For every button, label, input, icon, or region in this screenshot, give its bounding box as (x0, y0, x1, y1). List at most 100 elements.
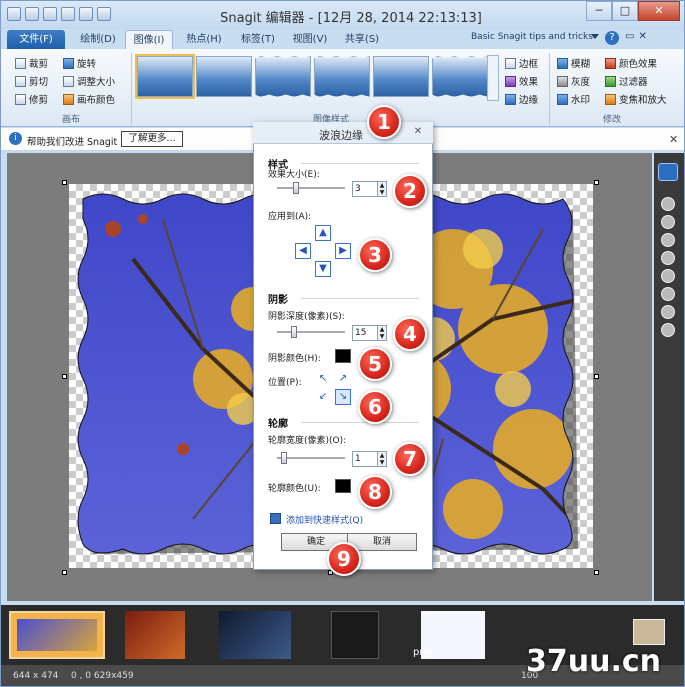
watermark-button[interactable]: 水印 (557, 91, 590, 107)
outline-width-spinner[interactable]: ▲ ▼ (377, 451, 387, 467)
resize-handle[interactable] (594, 374, 599, 379)
filters-button[interactable]: 过滤器 (605, 73, 667, 89)
position-bottom-right[interactable]: ↘ (335, 389, 351, 405)
style-icon[interactable] (661, 197, 675, 211)
resize-button[interactable]: 调整大小 (63, 73, 115, 89)
shadow-depth-slider[interactable] (277, 326, 345, 338)
crop-icon (15, 57, 26, 69)
tab-tags[interactable]: 标签(T) (233, 30, 283, 49)
tab-hotspot[interactable]: 热点(H) (179, 30, 229, 49)
edges-label: 边缘 (519, 95, 539, 106)
minimize-button[interactable]: ─ (586, 1, 612, 21)
style-icon[interactable] (661, 305, 675, 319)
magnify-button[interactable]: 变焦和放大 (605, 91, 667, 107)
tab-file[interactable]: 文件(F) (7, 30, 65, 49)
style-icon[interactable] (661, 269, 675, 283)
tips-link[interactable]: Basic Snagit tips and tricks (471, 32, 593, 42)
blur-button[interactable]: 模糊 (557, 55, 590, 71)
step-badge-2: 2 (393, 174, 427, 208)
app-icon[interactable] (7, 7, 21, 21)
notice-close-icon[interactable]: ✕ (669, 133, 678, 146)
style-icon[interactable] (661, 233, 675, 247)
tab-view[interactable]: 视图(V) (285, 30, 335, 49)
step-badge-7: 7 (393, 442, 427, 476)
outline-color-swatch[interactable] (335, 479, 351, 493)
style-icon[interactable] (661, 215, 675, 229)
outline-width-slider[interactable] (277, 452, 345, 464)
add-quick-style-link[interactable]: 添加到快速样式(Q) (286, 513, 363, 526)
tab-image[interactable]: 图像(I) (125, 30, 173, 49)
cut-label: 剪切 (29, 77, 49, 88)
star-icon[interactable] (661, 323, 675, 337)
tray-thumbnail-selected[interactable] (9, 611, 105, 659)
resize-handle[interactable] (594, 180, 599, 185)
tray-thumbnail[interactable] (125, 611, 185, 659)
ribbon-separator (549, 53, 550, 125)
apply-left-toggle[interactable]: ◀ (295, 243, 311, 259)
edges-button[interactable]: 边缘 (505, 91, 538, 107)
style-icon[interactable] (661, 251, 675, 265)
rotate-label: 旋转 (77, 59, 97, 70)
folder-icon[interactable] (633, 619, 665, 645)
tray-thumbnail[interactable] (219, 611, 291, 659)
maximize-button[interactable]: □ (612, 1, 638, 21)
effect-size-slider-thumb[interactable] (293, 182, 299, 194)
thumbnail-image (17, 619, 97, 651)
outline-width-slider-thumb[interactable] (281, 452, 287, 464)
help-icon[interactable]: ? (605, 31, 619, 45)
section-divider (301, 163, 419, 164)
learn-more-button[interactable]: 了解更多... (121, 131, 183, 147)
resize-handle[interactable] (62, 570, 67, 575)
canvas-color-label: 画布颜色 (77, 95, 116, 106)
style-gallery-item[interactable] (432, 56, 488, 97)
style-gallery-item[interactable] (255, 56, 311, 97)
redo-icon[interactable] (97, 7, 111, 21)
tab-draw[interactable]: 绘制(D) (73, 30, 123, 49)
position-top-left[interactable]: ↖ (315, 371, 331, 387)
style-icon[interactable] (661, 287, 675, 301)
style-gallery-item[interactable] (135, 54, 195, 99)
position-top-right[interactable]: ↗ (335, 371, 351, 387)
canvas-color-button[interactable]: 画布颜色 (63, 91, 115, 107)
close-button[interactable]: ✕ (638, 1, 680, 21)
save-icon[interactable] (43, 7, 57, 21)
restore-icon[interactable]: ▭ (625, 31, 634, 42)
effect-size-spinner[interactable]: ▲ ▼ (377, 181, 387, 197)
style-gallery-item[interactable] (196, 56, 252, 97)
search-icon[interactable] (658, 163, 678, 181)
effects-label: 效果 (519, 77, 539, 88)
gallery-scrollbar[interactable] (487, 55, 499, 101)
apply-right-toggle[interactable]: ▶ (335, 243, 351, 259)
crop-button[interactable]: 裁剪 (15, 55, 48, 71)
rotate-button[interactable]: 旋转 (63, 55, 115, 71)
resize-handle[interactable] (62, 374, 67, 379)
ribbon-close-icon[interactable]: ✕ (638, 31, 646, 42)
dialog-close-icon[interactable]: ✕ (411, 126, 425, 140)
apply-bottom-toggle[interactable]: ▼ (315, 261, 331, 277)
watermark-icon (557, 93, 568, 105)
tips-dropdown-icon[interactable] (591, 34, 599, 39)
shadow-depth-label: 阴影深度(像素)(S): (268, 312, 345, 322)
print-icon[interactable] (61, 7, 75, 21)
position-bottom-left[interactable]: ↙ (315, 389, 331, 405)
shadow-depth-slider-thumb[interactable] (291, 326, 297, 338)
style-gallery-item[interactable] (373, 56, 429, 97)
apply-top-toggle[interactable]: ▲ (315, 225, 331, 241)
color-effects-button[interactable]: 颜色效果 (605, 55, 667, 71)
border-button[interactable]: 边框 (505, 55, 538, 71)
grayscale-button[interactable]: 灰度 (557, 73, 590, 89)
tray-thumbnail[interactable] (331, 611, 379, 659)
trim-icon (15, 93, 26, 105)
tab-share[interactable]: 共享(S) (337, 30, 387, 49)
style-gallery-item[interactable] (314, 56, 370, 97)
resize-handle[interactable] (594, 570, 599, 575)
resize-handle[interactable] (62, 180, 67, 185)
shadow-color-swatch[interactable] (335, 349, 351, 363)
effects-button[interactable]: 效果 (505, 73, 538, 89)
open-icon[interactable] (25, 7, 39, 21)
trim-button[interactable]: 修剪 (15, 91, 48, 107)
undo-icon[interactable] (79, 7, 93, 21)
cut-button[interactable]: 剪切 (15, 73, 48, 89)
shadow-depth-spinner[interactable]: ▲ ▼ (377, 325, 387, 341)
effect-size-slider[interactable] (277, 182, 345, 194)
